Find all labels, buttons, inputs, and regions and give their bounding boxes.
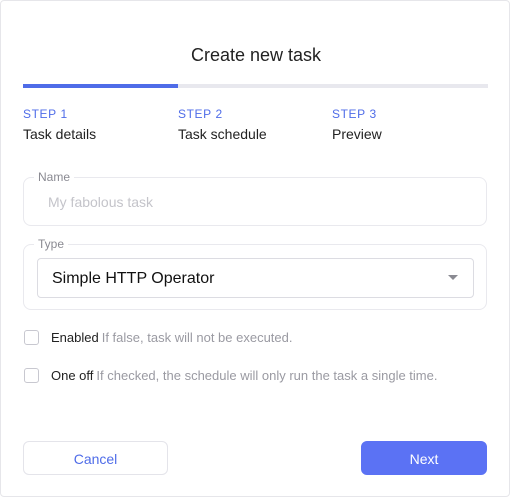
enabled-checkbox[interactable]: [24, 330, 39, 345]
step-3[interactable]: STEP 3 Preview: [332, 107, 382, 142]
step-progress-fill: [23, 84, 178, 88]
step-2-label: Task schedule: [178, 126, 267, 142]
create-task-dialog: Create new task STEP 1 Task details STEP…: [0, 0, 510, 497]
name-field-group: Name: [23, 171, 487, 226]
one-off-label[interactable]: One off: [51, 368, 93, 383]
type-field-group: Type Simple HTTP Operator: [23, 238, 487, 310]
name-input[interactable]: [48, 194, 468, 210]
cancel-button[interactable]: Cancel: [23, 441, 168, 475]
step-1-number: STEP 1: [23, 107, 68, 121]
caret-down-icon: [448, 275, 458, 280]
enabled-label[interactable]: Enabled: [51, 330, 99, 345]
dialog-title: Create new task: [190, 45, 322, 65]
step-1[interactable]: STEP 1 Task details: [23, 107, 96, 142]
type-select-value: Simple HTTP Operator: [52, 270, 215, 287]
one-off-checkbox[interactable]: [24, 368, 39, 383]
type-field-legend: Type: [34, 238, 69, 251]
enabled-option: Enabled If false, task will not be execu…: [24, 330, 293, 345]
type-select[interactable]: Simple HTTP Operator: [37, 258, 474, 298]
name-field-legend: Name: [34, 171, 75, 184]
step-progress-track: [23, 84, 488, 88]
next-button[interactable]: Next: [361, 441, 487, 475]
one-off-option: One off If checked, the schedule will on…: [24, 368, 437, 383]
step-3-number: STEP 3: [332, 107, 377, 121]
one-off-hint: If checked, the schedule will only run t…: [96, 368, 438, 383]
step-2[interactable]: STEP 2 Task schedule: [178, 107, 267, 142]
step-3-label: Preview: [332, 126, 382, 142]
enabled-hint: If false, task will not be executed.: [101, 330, 293, 345]
step-2-number: STEP 2: [178, 107, 223, 121]
step-1-label: Task details: [23, 126, 97, 142]
